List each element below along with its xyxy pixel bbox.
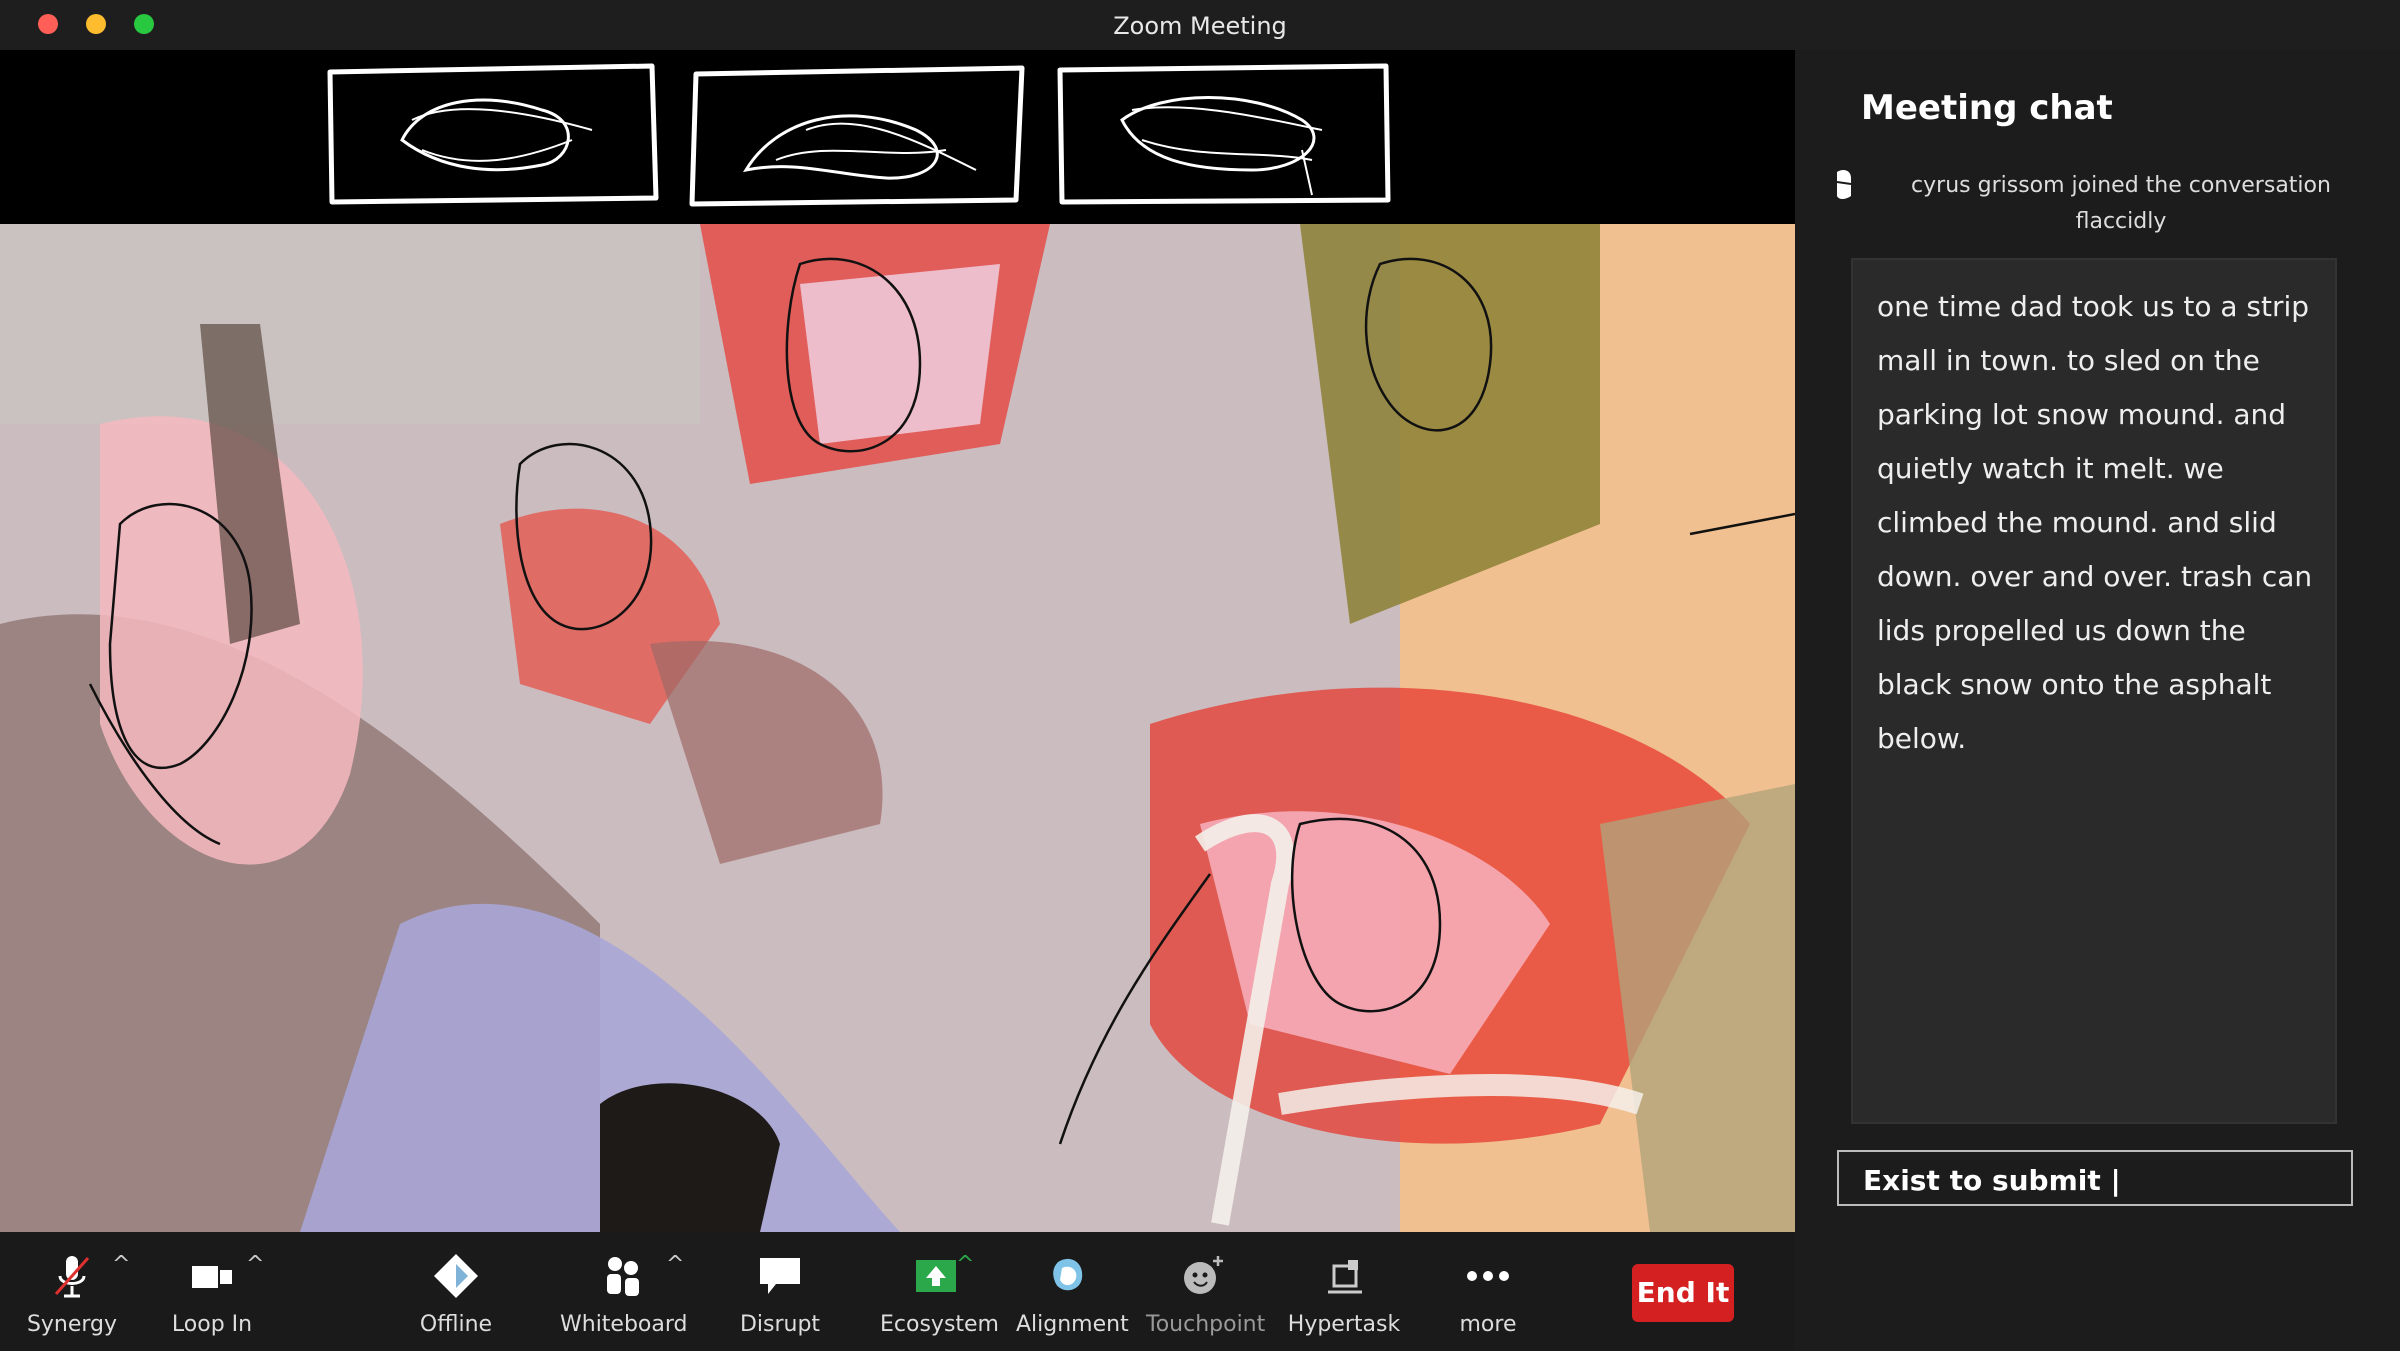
- ecosystem-options-chevron-icon[interactable]: ^: [956, 1252, 974, 1277]
- chat-input[interactable]: Exist to submit |: [1837, 1150, 2353, 1206]
- end-meeting-button[interactable]: End It: [1632, 1264, 1734, 1322]
- chat-input-value: Exist to submit |: [1863, 1164, 2121, 1197]
- diamond-icon: [430, 1250, 482, 1302]
- chat-panel: Meeting chat cyrus grissom joined the co…: [1795, 50, 2400, 1351]
- apps-icon: [1318, 1250, 1370, 1302]
- microphone-muted-icon: [46, 1250, 98, 1302]
- more-button[interactable]: more: [1436, 1246, 1540, 1346]
- chat-message-area: one time dad took us to a strip mall in …: [1851, 258, 2337, 1124]
- speech-bubble-icon: [754, 1250, 806, 1302]
- meeting-toolbar: Synergy ^ Loop In ^ Offline Whiteboard ^…: [0, 1232, 1795, 1351]
- participant-thumbnail[interactable]: [686, 60, 1026, 210]
- loop-in-options-chevron-icon[interactable]: ^: [246, 1252, 264, 1277]
- synergy-options-chevron-icon[interactable]: ^: [112, 1252, 130, 1277]
- offline-button[interactable]: Offline: [404, 1246, 508, 1346]
- participant-thumbnail[interactable]: [1052, 60, 1392, 210]
- participant-gallery: [0, 50, 1795, 224]
- join-notice: cyrus grissom joined the conversation fl…: [1819, 162, 2379, 234]
- chat-message: one time dad took us to a strip mall in …: [1877, 290, 2313, 755]
- user-icon: [1833, 168, 1855, 202]
- video-camera-icon: [186, 1250, 238, 1302]
- main-video-feed: [0, 224, 1795, 1232]
- reaction-smiley-icon: [1176, 1250, 1228, 1302]
- alignment-button[interactable]: Alignment: [1016, 1246, 1129, 1346]
- ecosystem-button[interactable]: Ecosystem: [880, 1246, 999, 1346]
- title-bar: Zoom Meeting: [0, 0, 2400, 50]
- participant-thumbnail[interactable]: [322, 60, 662, 210]
- join-notice-text: cyrus grissom joined the conversation fl…: [1911, 173, 2331, 234]
- whiteboard-options-chevron-icon[interactable]: ^: [666, 1252, 684, 1277]
- disrupt-button[interactable]: Disrupt: [728, 1246, 832, 1346]
- synergy-button[interactable]: Synergy: [20, 1246, 124, 1346]
- chat-title: Meeting chat: [1861, 88, 2113, 128]
- share-screen-icon: [910, 1250, 962, 1302]
- participants-icon: [597, 1250, 649, 1302]
- hypertask-button[interactable]: Hypertask: [1284, 1246, 1404, 1346]
- blob-icon: [1042, 1250, 1094, 1302]
- window-title: Zoom Meeting: [1113, 12, 1287, 40]
- touchpoint-button[interactable]: Touchpoint: [1146, 1246, 1265, 1346]
- ellipsis-icon: [1462, 1250, 1514, 1302]
